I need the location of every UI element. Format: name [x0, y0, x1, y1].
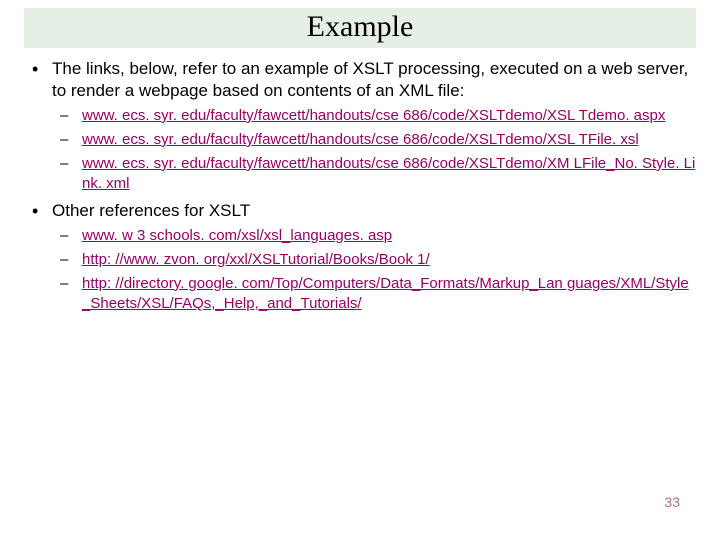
title-bar: Example [24, 8, 696, 48]
link[interactable]: www. ecs. syr. edu/faculty/fawcett/hando… [82, 107, 665, 124]
page-number: 33 [664, 494, 680, 510]
sub-bullet-list: www. w 3 schools. com/xsl/xsl_languages.… [52, 226, 696, 314]
bullet-text: The links, below, refer to an example of… [52, 58, 696, 102]
sub-bullet-list: www. ecs. syr. edu/faculty/fawcett/hando… [52, 106, 696, 194]
link[interactable]: http: //www. zvon. org/xxl/XSLTutorial/B… [82, 251, 430, 268]
bullet-item: Other references for XSLT www. w 3 schoo… [24, 200, 696, 314]
link[interactable]: www. ecs. syr. edu/faculty/fawcett/hando… [82, 155, 695, 192]
link[interactable]: www. w 3 schools. com/xsl/xsl_languages.… [82, 227, 392, 244]
sub-bullet-item: www. w 3 schools. com/xsl/xsl_languages.… [52, 226, 696, 246]
bullet-text: Other references for XSLT [52, 200, 696, 222]
sub-bullet-item: www. ecs. syr. edu/faculty/fawcett/hando… [52, 130, 696, 150]
bullet-item: The links, below, refer to an example of… [24, 58, 696, 194]
sub-bullet-item: www. ecs. syr. edu/faculty/fawcett/hando… [52, 154, 696, 194]
slide-title: Example [32, 10, 688, 44]
link[interactable]: www. ecs. syr. edu/faculty/fawcett/hando… [82, 131, 639, 148]
bullet-list: The links, below, refer to an example of… [24, 58, 696, 314]
link[interactable]: http: //directory. google. com/Top/Compu… [82, 275, 689, 312]
slide: Example The links, below, refer to an ex… [0, 0, 720, 540]
sub-bullet-item: http: //www. zvon. org/xxl/XSLTutorial/B… [52, 250, 696, 270]
sub-bullet-item: www. ecs. syr. edu/faculty/fawcett/hando… [52, 106, 696, 126]
sub-bullet-item: http: //directory. google. com/Top/Compu… [52, 274, 696, 314]
